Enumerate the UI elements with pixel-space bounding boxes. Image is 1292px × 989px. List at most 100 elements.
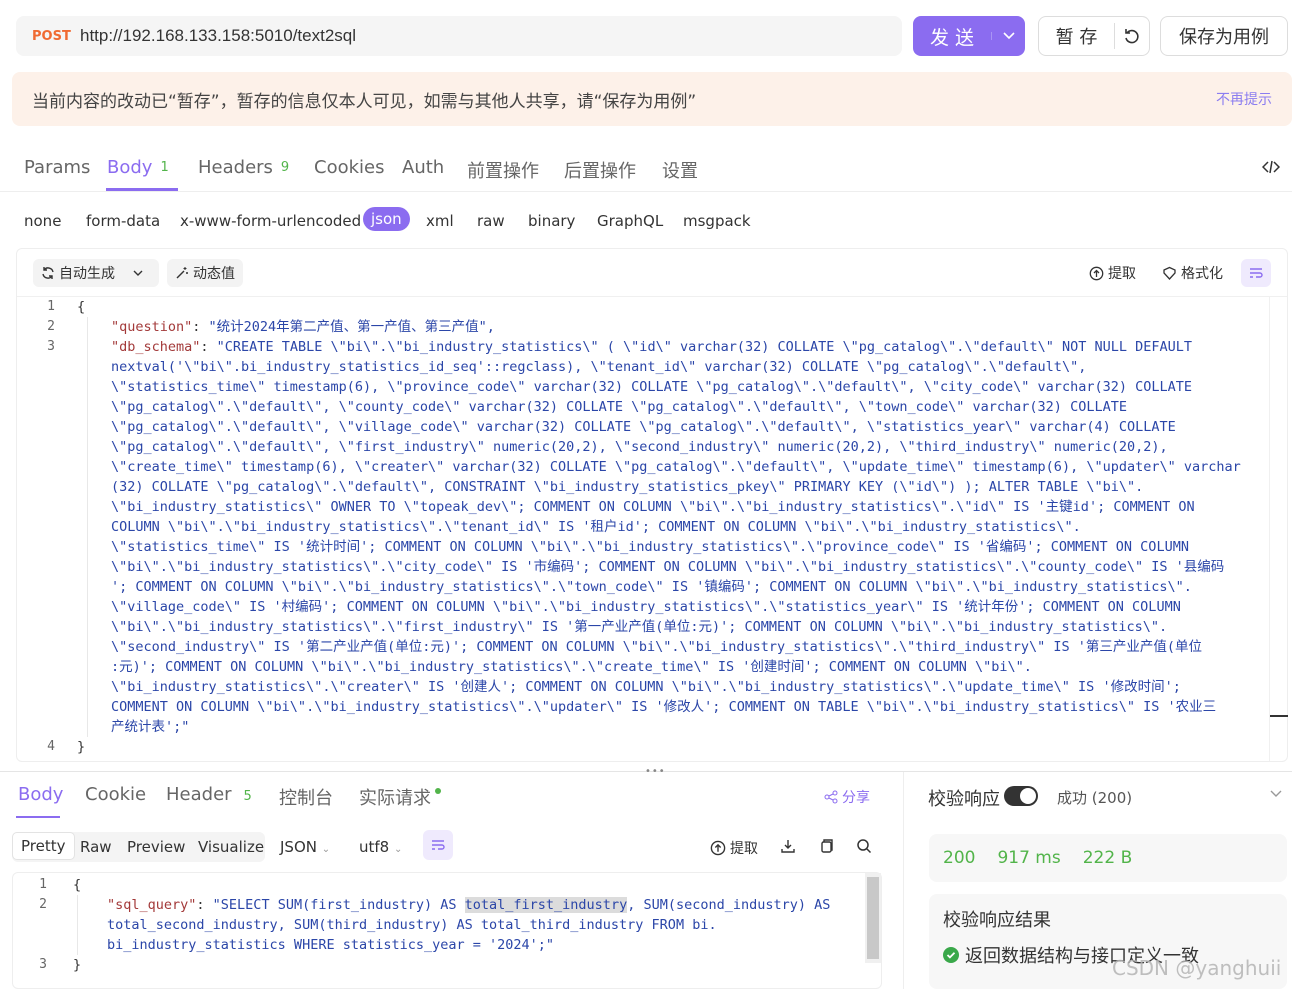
tab-cookies[interactable]: Cookies	[314, 157, 384, 178]
tab-label: 后置操作	[564, 161, 636, 182]
code-open-brace: {	[77, 299, 86, 315]
share-button[interactable]: 分享	[824, 787, 870, 807]
code-line-question: "question": "统计2024年第二产值、第一产值、第三产值",	[111, 319, 495, 335]
code-line-schema-cont: :元)'; COMMENT ON COLUMN \"bi\".\"bi_indu…	[111, 659, 1032, 675]
tab-auth[interactable]: Auth	[402, 157, 444, 178]
tab-label: 实际请求	[359, 788, 431, 809]
code-line-sql-cont: total_second_industry, SUM(third_industr…	[107, 917, 717, 933]
scroll-thumb[interactable]	[867, 877, 879, 959]
check-circle-icon	[943, 947, 959, 963]
json-key: "sql_query"	[107, 897, 197, 913]
view-preview[interactable]: Preview	[127, 838, 185, 856]
tab-post-ops[interactable]: 后置操作	[564, 157, 636, 183]
wrap-lines-icon	[1250, 268, 1263, 278]
tab-response-body[interactable]: Body	[18, 784, 63, 805]
tab-response-cookie[interactable]: Cookie	[85, 784, 146, 805]
response-scrollbar[interactable]	[865, 873, 881, 963]
resize-grip[interactable]: •••	[645, 766, 666, 777]
code-line-schema-cont: COMMENT ON COLUMN \"bi\".\"bi_industry_s…	[111, 699, 1217, 715]
tab-label: Cookies	[314, 157, 385, 178]
body-type-graphql[interactable]: GraphQL	[597, 212, 663, 230]
url-input[interactable]: http://192.168.133.158:5010/text2sql	[80, 26, 356, 46]
send-label[interactable]: 发 送	[913, 23, 991, 50]
tab-count: 5	[243, 789, 252, 804]
stash-notice: 当前内容的改动已“暂存”，暂存的信息仅本人可见，如需与其他人共享，请“保存为用例…	[12, 72, 1292, 126]
send-button[interactable]: 发 送	[913, 16, 1025, 56]
tab-response-header[interactable]: Header 5	[166, 784, 252, 805]
auto-generate-label: 自动生成	[59, 266, 115, 282]
format-value: JSON	[280, 838, 317, 856]
code-line-schema-cont: \"village_code\" IS '村编码'; COMMENT ON CO…	[111, 599, 1181, 615]
validation-result-title: 校验响应结果	[943, 910, 1051, 931]
wrap-toggle[interactable]	[1241, 259, 1271, 287]
editor-toolbar: 自动生成 动态值 提取 格式化	[17, 249, 1287, 297]
code-line-schema-cont: \"bi\".\"bi_industry_statistics\".\"city…	[111, 559, 1225, 575]
request-body-editor[interactable]: 自动生成 动态值 提取 格式化 1 2 3 4 { "question": "统…	[16, 248, 1288, 762]
tab-body[interactable]: Body 1	[107, 157, 169, 178]
tab-label: Body	[107, 157, 153, 178]
chevron-down-icon[interactable]	[133, 270, 143, 276]
tab-label: Headers	[198, 157, 273, 178]
tab-pre-ops[interactable]: 前置操作	[467, 157, 539, 183]
body-type-none[interactable]: none	[24, 212, 61, 230]
json-string: "统计2024年第二产值、第一产值、第三产值",	[208, 319, 495, 335]
chevron-down-icon[interactable]	[1270, 790, 1282, 798]
code-line-schema-cont: 产统计表';"	[111, 719, 190, 735]
body-type-form-data[interactable]: form-data	[86, 212, 160, 230]
response-body-viewer[interactable]: 1 2 3 { "sql_query": "SELECT SUM(first_i…	[12, 872, 882, 989]
body-type-xml[interactable]: xml	[426, 212, 454, 230]
validation-toggle[interactable]	[1004, 786, 1038, 806]
code-open-brace: {	[73, 877, 82, 893]
chevron-down-icon[interactable]	[991, 32, 1025, 40]
code-line-schema-cont: \"statistics_time\" IS '统计时间'; COMMENT O…	[111, 539, 1189, 555]
tab-headers[interactable]: Headers 9	[198, 157, 289, 178]
request-tabs: Params Body 1 Headers 9 Cookies Auth 前置操作 …	[0, 145, 1292, 192]
view-visualize[interactable]: Visualize	[198, 838, 264, 856]
body-type-raw[interactable]: raw	[477, 212, 505, 230]
revert-icon[interactable]	[1115, 27, 1149, 45]
tab-console[interactable]: 控制台	[279, 784, 333, 810]
code-close-brace: }	[73, 957, 82, 973]
extract-button[interactable]: 提取	[1089, 259, 1136, 287]
view-raw[interactable]: Raw	[80, 838, 112, 856]
tab-actual-request[interactable]: 实际请求	[359, 784, 441, 810]
response-stats: 200 917 ms 222 B	[929, 834, 1287, 882]
code-icon[interactable]	[1262, 158, 1280, 176]
format-select[interactable]: JSON ⌄	[280, 838, 330, 856]
code-line-schema-cont: '; COMMENT ON COLUMN \"bi\".\"bi_industr…	[111, 579, 1192, 595]
auto-generate-button[interactable]: 自动生成	[33, 259, 159, 287]
wrap-toggle-response[interactable]	[423, 830, 453, 860]
json-string: , SUM(second_industry) AS	[627, 897, 831, 913]
copy-icon[interactable]	[818, 838, 834, 854]
panel-separator	[903, 772, 904, 989]
body-type-json[interactable]: json	[363, 207, 410, 231]
download-icon[interactable]	[780, 838, 796, 854]
body-type-binary[interactable]: binary	[528, 212, 575, 230]
tab-params[interactable]: Params	[24, 157, 90, 178]
scroll-thumb[interactable]	[1270, 715, 1288, 717]
url-bar[interactable]: POST http://192.168.133.158:5010/text2sq…	[16, 16, 902, 56]
search-icon[interactable]	[856, 838, 872, 854]
tab-label: Auth	[402, 157, 445, 178]
dynamic-value-button[interactable]: 动态值	[167, 259, 243, 287]
code-line-schema-cont: \"bi_industry_statistics\" OWNER TO \"to…	[111, 499, 1195, 515]
tab-settings[interactable]: 设置	[662, 157, 698, 183]
encoding-select[interactable]: utf8 ⌄	[359, 838, 402, 856]
dismiss-link[interactable]: 不再提示	[1216, 89, 1272, 109]
editor-scrollbar[interactable]	[1269, 297, 1288, 761]
code-close-brace: }	[77, 739, 86, 755]
http-method[interactable]: POST	[32, 29, 80, 44]
body-type-msgpack[interactable]: msgpack	[683, 212, 751, 230]
view-pretty[interactable]: Pretty	[12, 832, 75, 860]
line-number: 3	[39, 957, 47, 972]
response-time: 917 ms	[997, 848, 1061, 868]
format-button[interactable]: 格式化	[1162, 259, 1223, 287]
body-type-selector: none form-data x-www-form-urlencoded jso…	[0, 207, 800, 234]
validation-status[interactable]: 成功 (200)	[1057, 787, 1132, 808]
save-button[interactable]: 暂 存	[1039, 23, 1115, 49]
save-as-case-button[interactable]: 保存为用例	[1160, 16, 1288, 56]
json-key: "question"	[111, 319, 193, 335]
response-extract-button[interactable]: 提取	[710, 838, 758, 858]
body-type-urlencoded[interactable]: x-www-form-urlencoded	[180, 212, 361, 230]
save-button-group: 暂 存	[1038, 16, 1150, 56]
